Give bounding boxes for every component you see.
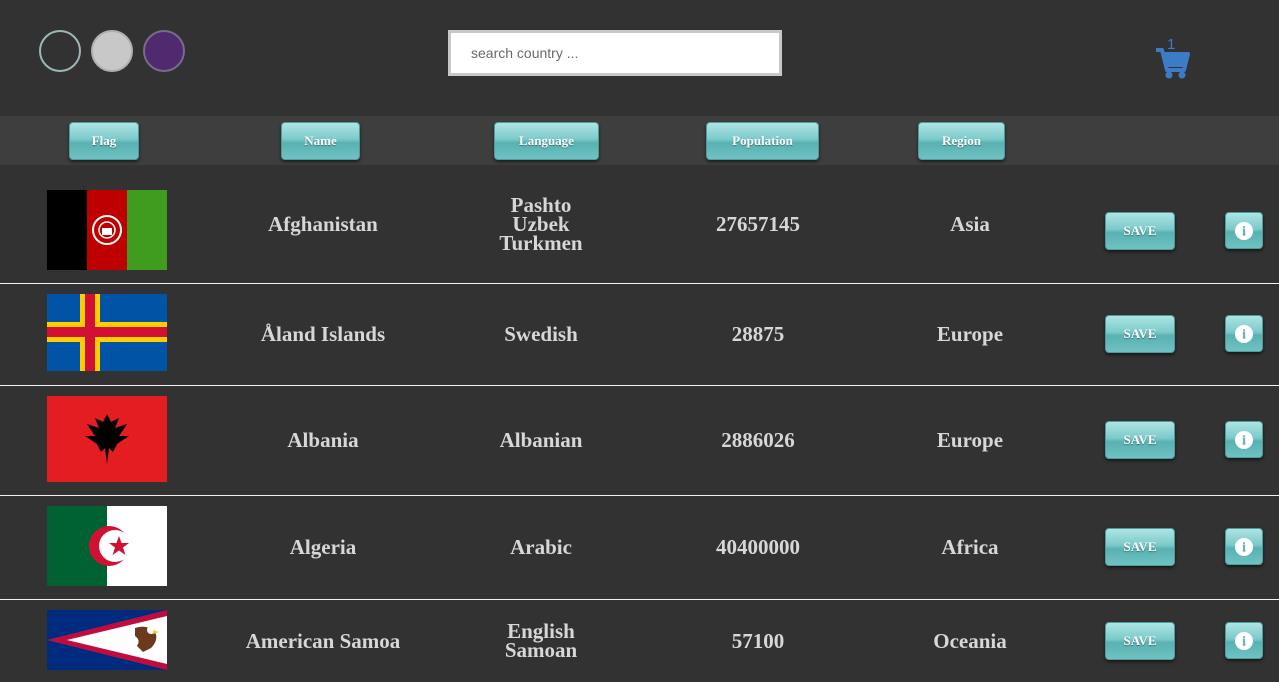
country-region: Asia [950,211,990,236]
country-population: 57100 [731,628,785,653]
country-region: Europe [936,322,1004,346]
save-button[interactable]: SAVE [1105,315,1175,353]
column-name-button[interactable]: Name [281,122,360,160]
info-button[interactable]: i [1225,528,1263,565]
table-row: American Samoa English Samoan 57100 Ocea… [0,600,1279,682]
albania-flag [47,396,167,482]
info-button[interactable]: i [1225,315,1263,352]
column-population-button[interactable]: Population [706,122,819,160]
info-button[interactable]: i [1225,622,1263,659]
country-languages: Arabic [510,535,572,559]
country-name: Afghanistan [268,211,378,236]
algeria-flag [47,506,167,586]
country-population: 27657145 [716,211,800,236]
country-name: Albania [287,428,359,452]
country-name: Åland Islands [260,322,386,346]
country-region: Oceania [933,628,1007,653]
info-icon: i [1235,324,1253,343]
country-population: 40400000 [716,535,800,559]
column-flag-button[interactable]: Flag [69,122,139,160]
table-row: Åland Islands Swedish 28875 Europe SAVE … [0,284,1279,386]
column-language-button[interactable]: Language [494,122,599,160]
country-languages: Albanian [499,428,583,452]
save-button[interactable]: SAVE [1105,421,1175,459]
afghanistan-flag [47,190,167,270]
american-samoa-flag [47,610,167,670]
aland-flag [47,294,167,371]
info-button[interactable]: i [1225,212,1263,249]
country-region: Africa [941,535,999,559]
table-row: Albania Albanian 2886026 Europe SAVE i [0,386,1279,496]
table-row: Afghanistan Pashto Uzbek Turkmen 2765714… [0,165,1279,284]
theme-dark-button[interactable] [39,30,81,72]
top-bar: 1 [0,0,1279,116]
info-icon: i [1235,221,1253,240]
save-button[interactable]: SAVE [1105,528,1175,566]
country-languages: Swedish [504,322,578,346]
save-button[interactable]: SAVE [1105,622,1175,660]
country-name: American Samoa [245,628,401,653]
column-region-button[interactable]: Region [918,122,1005,160]
info-icon: i [1235,430,1253,449]
country-name: Algeria [289,535,357,559]
theme-purple-button[interactable] [143,30,185,72]
info-icon: i [1235,537,1253,556]
search-input[interactable] [448,30,782,76]
country-languages: Pashto Uzbek Turkmen [499,192,583,255]
info-button[interactable]: i [1225,421,1263,458]
country-region: Europe [936,428,1004,452]
info-icon: i [1235,631,1253,650]
save-button[interactable]: SAVE [1105,212,1175,250]
table-row: Algeria Arabic 40400000 Africa SAVE i [0,496,1279,600]
theme-light-button[interactable] [91,30,133,72]
country-languages: English Samoan [504,619,578,662]
table-header: Flag Name Language Population Region [0,116,1279,165]
cart-icon[interactable] [1154,38,1190,80]
country-population: 2886026 [721,428,795,452]
country-population: 28875 [731,322,785,346]
